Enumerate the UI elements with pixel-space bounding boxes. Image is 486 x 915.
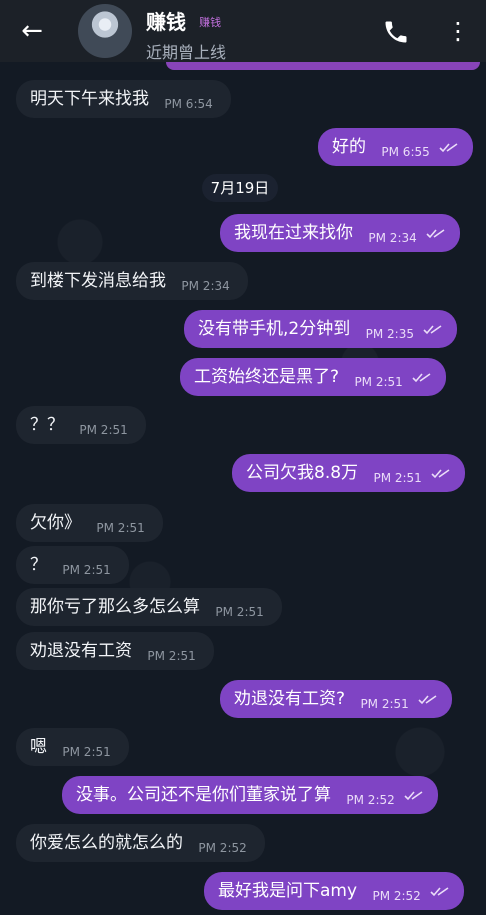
message-text: 明天下午来找我 — [30, 89, 149, 109]
message-time: PM 6:55 — [381, 145, 430, 159]
message-time: PM 2:52 — [372, 889, 421, 903]
message-bubble[interactable]: 明天下午来找我 PM 6:54 — [16, 80, 231, 118]
contact-name: 赚钱 — [146, 10, 186, 34]
message-text: 那你亏了那么多怎么算 — [30, 597, 200, 617]
avatar[interactable] — [78, 4, 132, 58]
message-text: 嗯 — [30, 737, 47, 757]
previous-message-bubble-edge — [166, 62, 480, 70]
contact-title-block[interactable]: 赚钱 赚钱 近期曾上线 — [146, 6, 226, 63]
message-text: 工资始终还是黑了? — [194, 367, 340, 387]
phone-icon[interactable] — [382, 18, 410, 46]
message-time: PM 2:52 — [346, 793, 395, 807]
message-bubble[interactable]: 欠你》 PM 2:51 — [16, 504, 163, 542]
message-time: PM 2:51 — [354, 375, 403, 389]
message-time: PM 2:51 — [62, 563, 111, 577]
message-text: ？ — [30, 555, 47, 575]
message-text: 欠你》 — [30, 513, 81, 533]
double-check-icon — [439, 143, 458, 153]
message-time: PM 2:51 — [96, 521, 145, 535]
message-time: PM 2:51 — [215, 605, 264, 619]
chat-header: ← 赚钱 赚钱 近期曾上线 ⋮ — [0, 0, 486, 62]
message-text: 你爱怎么的就怎么的 — [30, 833, 183, 853]
message-time: PM 2:51 — [79, 423, 128, 437]
message-text: 好的 — [332, 137, 366, 157]
message-text: 公司欠我8.8万 — [246, 463, 359, 483]
message-time: PM 2:51 — [373, 471, 422, 485]
message-bubble[interactable]: 工资始终还是黑了? PM 2:51 — [180, 358, 447, 396]
date-separator: 7月19日 — [202, 174, 278, 202]
double-check-icon — [404, 791, 423, 801]
double-check-icon — [412, 373, 431, 383]
back-arrow-icon[interactable]: ← — [14, 14, 50, 48]
message-time: PM 2:34 — [368, 231, 417, 245]
double-check-icon — [430, 887, 449, 897]
message-bubble[interactable]: 好的 PM 6:55 — [318, 128, 474, 166]
message-bubble[interactable]: 嗯 PM 2:51 — [16, 728, 129, 766]
message-text: 劝退没有工资 — [30, 641, 132, 661]
message-bubble[interactable]: 那你亏了那么多怎么算 PM 2:51 — [16, 588, 282, 626]
contact-tag: 赚钱 — [199, 16, 222, 29]
message-text: 劝退没有工资? — [234, 689, 346, 709]
message-text: 没有带手机,2分钟到 — [198, 319, 351, 339]
message-text: 最好我是问下amy — [218, 881, 358, 901]
message-bubble[interactable]: 我现在过来找你 PM 2:34 — [220, 214, 461, 252]
message-text: 到楼下发消息给我 — [30, 271, 166, 291]
message-text: ？？ — [30, 415, 64, 435]
message-time: PM 2:51 — [147, 649, 196, 663]
message-text: 没事。公司还不是你们董家说了算 — [76, 785, 331, 805]
double-check-icon — [426, 229, 445, 239]
message-time: PM 2:34 — [181, 279, 230, 293]
message-bubble[interactable]: 没事。公司还不是你们董家说了算 PM 2:52 — [62, 776, 439, 814]
message-bubble[interactable]: 你爱怎么的就怎么的 PM 2:52 — [16, 824, 265, 862]
double-check-icon — [423, 325, 442, 335]
message-time: PM 2:51 — [62, 745, 111, 759]
double-check-icon — [431, 469, 450, 479]
message-bubble[interactable]: 劝退没有工资? PM 2:51 — [220, 680, 453, 718]
message-bubble[interactable]: 劝退没有工资 PM 2:51 — [16, 632, 214, 670]
double-check-icon — [418, 695, 437, 705]
message-bubble[interactable]: ？？ PM 2:51 — [16, 406, 146, 444]
message-time: PM 2:35 — [365, 327, 414, 341]
message-bubble[interactable]: 最好我是问下amy PM 2:52 — [204, 872, 465, 910]
message-time: PM 2:51 — [360, 697, 409, 711]
message-time: PM 6:54 — [164, 97, 213, 111]
message-bubble[interactable]: 没有带手机,2分钟到 PM 2:35 — [184, 310, 458, 348]
message-time: PM 2:52 — [198, 841, 247, 855]
last-seen-status: 近期曾上线 — [146, 43, 227, 62]
message-bubble[interactable]: 公司欠我8.8万 PM 2:51 — [232, 454, 466, 492]
message-bubble[interactable]: ？ PM 2:51 — [16, 546, 129, 584]
message-bubble[interactable]: 到楼下发消息给我 PM 2:34 — [16, 262, 248, 300]
more-options-icon[interactable]: ⋮ — [446, 14, 470, 48]
message-text: 我现在过来找你 — [234, 223, 353, 243]
